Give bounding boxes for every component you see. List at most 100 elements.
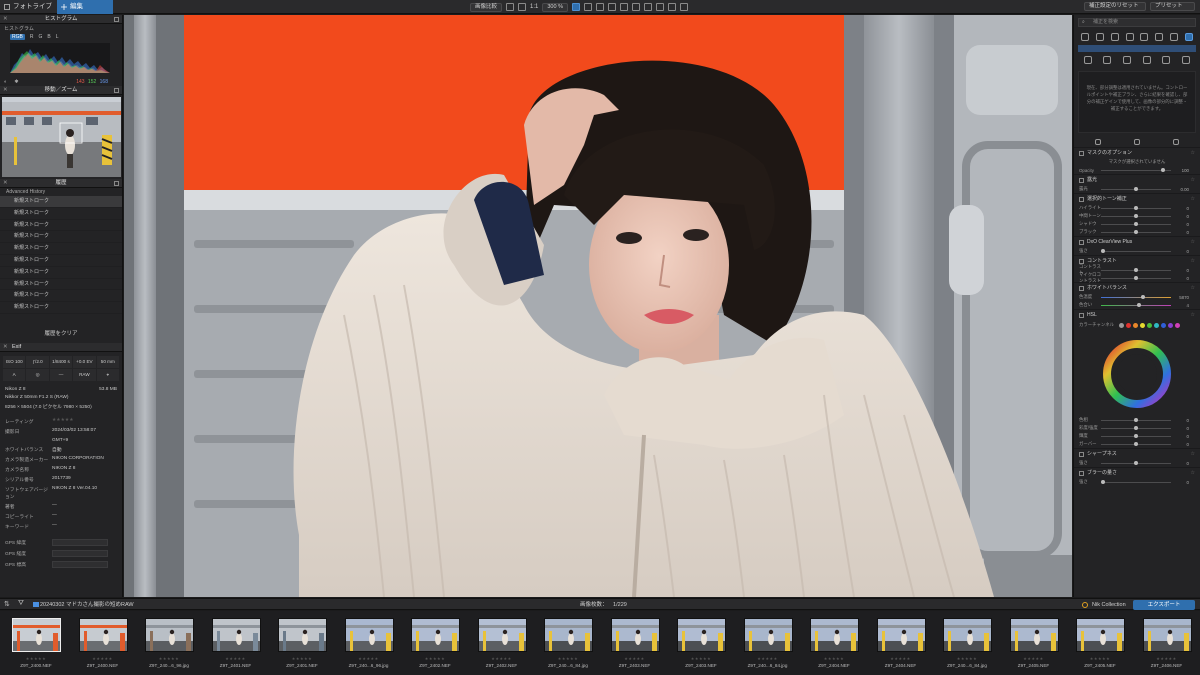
history-header[interactable]: ✕ 履歴: [0, 179, 122, 188]
channel-l[interactable]: L: [56, 34, 59, 40]
section-header[interactable]: 露光 ☆: [1074, 174, 1200, 185]
slider-track[interactable]: [1101, 167, 1171, 172]
thumbnail-rating[interactable]: ★★★★★: [1137, 656, 1197, 661]
history-item[interactable]: 新規ストローク: [0, 290, 122, 303]
star-icon[interactable]: ☆: [1191, 284, 1195, 292]
slider-value[interactable]: 0: [1175, 418, 1189, 423]
slider-knob[interactable]: [1141, 294, 1145, 299]
thumbnail-rating[interactable]: ★★★★★: [139, 656, 199, 661]
search-input[interactable]: ⌕ 補正を検索: [1078, 18, 1196, 27]
thumbnail-rating[interactable]: ★★★★★: [472, 656, 532, 661]
slider-value[interactable]: 0: [1175, 276, 1189, 281]
slider-value[interactable]: 0: [1175, 442, 1189, 447]
slider-knob[interactable]: [1134, 221, 1138, 226]
thumbnail-rating[interactable]: ★★★★★: [605, 656, 665, 661]
folder-name[interactable]: 20240302 マドカさん撮影の短めRAW: [40, 599, 134, 611]
slider-row[interactable]: 色温度 5870: [1074, 293, 1200, 301]
checkbox[interactable]: [1079, 258, 1084, 264]
slider-knob[interactable]: [1134, 267, 1138, 272]
slider-row[interactable]: Opacity 100: [1074, 166, 1200, 174]
slider-value[interactable]: 0: [1175, 249, 1189, 254]
exif-header[interactable]: ✕ Exif: [0, 343, 122, 352]
filmstrip-thumbnail[interactable]: ★★★★★ Z9T_240...6_96.jpg: [139, 616, 199, 673]
slider-track[interactable]: [1101, 479, 1171, 484]
slider-track[interactable]: [1101, 302, 1171, 307]
history-item[interactable]: 新規ストローク: [0, 208, 122, 220]
gps-latitude-field[interactable]: [52, 539, 108, 546]
channel-r[interactable]: R: [30, 34, 34, 40]
slider-value[interactable]: 0: [1175, 268, 1189, 273]
red-eye-icon[interactable]: [631, 3, 640, 11]
slider-track[interactable]: [1101, 248, 1171, 253]
slider-track[interactable]: [1101, 229, 1171, 234]
checkbox[interactable]: [1079, 312, 1084, 318]
slider-value[interactable]: 4: [1175, 303, 1189, 308]
hsl-swatch[interactable]: [1133, 322, 1138, 328]
slider-knob[interactable]: [1134, 186, 1138, 191]
reset-corrections-button[interactable]: 補正設定のリセット: [1084, 2, 1146, 11]
thumbnail-rating[interactable]: ★★★★★: [206, 656, 266, 661]
slider-value[interactable]: 0: [1175, 434, 1189, 439]
slider-value[interactable]: 0: [1175, 426, 1189, 431]
filmstrip-thumbnail[interactable]: ★★★★★ Z9T_240...6_84.jpg: [538, 616, 598, 673]
hsl-swatch[interactable]: [1154, 322, 1159, 328]
slider-knob[interactable]: [1101, 248, 1105, 253]
slider-row[interactable]: 強さ 0: [1074, 459, 1200, 467]
section-header[interactable]: ホワイトバランス ☆: [1074, 282, 1200, 293]
filmstrip-thumbnail[interactable]: ★★★★★ Z9T_2401.NEF: [206, 616, 266, 673]
history-item[interactable]: 新規ストローク: [0, 231, 122, 244]
thumbnail-rating[interactable]: ★★★★★: [538, 656, 598, 661]
slider-row[interactable]: 彩度/強度 0: [1074, 424, 1200, 432]
star-icon[interactable]: ☆: [1191, 195, 1195, 203]
crop-icon[interactable]: [583, 3, 592, 11]
image-viewer[interactable]: [124, 15, 1072, 597]
tab-photo-library[interactable]: フォトライブラリ: [0, 0, 56, 24]
slider-value[interactable]: 0: [1175, 206, 1189, 211]
slider-knob[interactable]: [1134, 425, 1138, 430]
invert-mask-icon[interactable]: [1133, 139, 1140, 145]
retouch-icon[interactable]: [619, 3, 628, 11]
slider-row[interactable]: ハイライト 0: [1074, 204, 1200, 212]
slider-track[interactable]: [1101, 213, 1171, 218]
filmstrip-thumbnail[interactable]: ★★★★★ Z9T_2404.NEF: [804, 616, 864, 673]
zoom-level-select[interactable]: 300 %: [542, 2, 568, 12]
slider-track[interactable]: [1101, 425, 1171, 430]
hsl-swatch[interactable]: [1147, 322, 1152, 328]
sort-icon[interactable]: ⇅: [4, 600, 10, 608]
star-icon[interactable]: ☆: [1191, 176, 1195, 184]
slider-row[interactable]: 露光 0.00: [1074, 185, 1200, 193]
checkbox[interactable]: [1079, 451, 1084, 457]
slider-track[interactable]: [1101, 417, 1171, 422]
local-adjust-tab-icon[interactable]: [1184, 33, 1193, 41]
grid-icon[interactable]: [679, 3, 688, 11]
filmstrip-thumbnail[interactable]: ★★★★★ Z9T_2405.NEF: [1004, 616, 1064, 673]
panel-menu-icon[interactable]: [114, 88, 119, 93]
filmstrip-thumbnail[interactable]: ★★★★★ Z9T_240...6_96.jpg: [339, 616, 399, 673]
slider-value[interactable]: 0: [1175, 480, 1189, 485]
slider-knob[interactable]: [1134, 205, 1138, 210]
mask-icon[interactable]: [655, 3, 664, 11]
filmstrip-thumbnail[interactable]: ★★★★★ Z9T_240...6_84.jpg: [738, 616, 798, 673]
preset-button[interactable]: プリセット: [1150, 2, 1195, 11]
color-wheel[interactable]: [1101, 338, 1173, 410]
compare-button[interactable]: 画像比較: [470, 2, 503, 12]
thumbnail-rating[interactable]: ★★★★★: [73, 656, 133, 661]
slider-knob[interactable]: [1134, 460, 1138, 465]
horizon-icon[interactable]: [595, 3, 604, 11]
thumbnail-rating[interactable]: ★★★★★: [1070, 656, 1130, 661]
thumbnail-rating[interactable]: ★★★★★: [671, 656, 731, 661]
hsl-swatch[interactable]: [1126, 322, 1131, 328]
slider-knob[interactable]: [1134, 229, 1138, 234]
close-icon[interactable]: ✕: [3, 343, 8, 352]
star-icon[interactable]: ☆: [1191, 469, 1195, 477]
slider-row[interactable]: 強さ 0: [1074, 247, 1200, 255]
filter-icon[interactable]: ⛛: [18, 600, 24, 608]
hsl-swatch[interactable]: [1119, 322, 1124, 328]
slider-knob[interactable]: [1161, 167, 1165, 172]
slider-knob[interactable]: [1137, 302, 1141, 307]
filmstrip-thumbnail[interactable]: ★★★★★ Z9T_2406.NEF: [1137, 616, 1197, 673]
checkbox[interactable]: [1079, 150, 1084, 156]
slider-knob[interactable]: [1134, 213, 1138, 218]
watermark-tab-icon[interactable]: [1140, 33, 1149, 41]
gps-altitude-field[interactable]: [52, 561, 108, 568]
